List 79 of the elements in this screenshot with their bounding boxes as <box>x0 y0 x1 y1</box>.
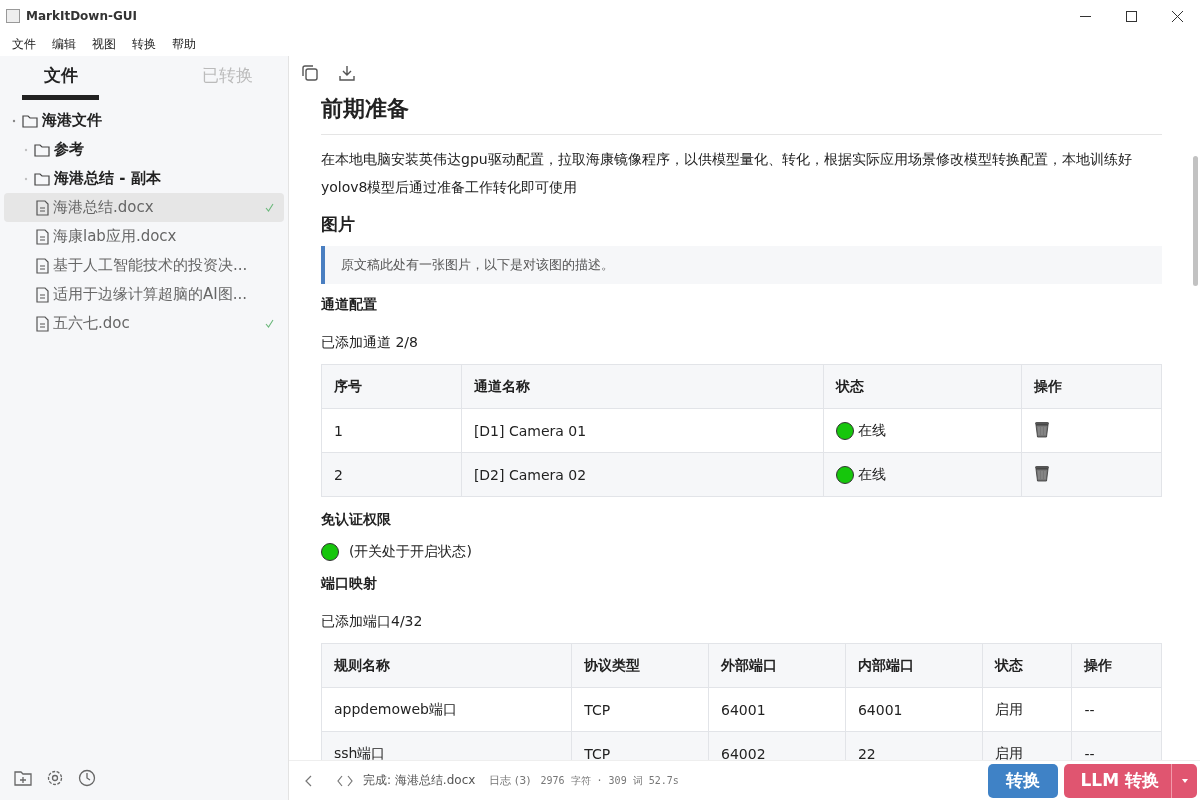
download-icon[interactable] <box>339 65 355 81</box>
table-cell: ssh端口 <box>321 731 572 760</box>
folder-item[interactable]: 海港文件 <box>4 106 284 135</box>
column-header: 操作 <box>1071 643 1162 688</box>
status-text: 在线 <box>858 465 887 484</box>
document-icon <box>36 199 49 216</box>
status-text: 在线 <box>858 421 887 440</box>
column-header: 状态 <box>982 643 1072 688</box>
menu-item[interactable]: 视图 <box>84 35 124 53</box>
table-cell: TCP <box>571 731 709 760</box>
column-header: 通道名称 <box>461 364 824 409</box>
table-cell: [D1] Camera 01 <box>461 408 824 453</box>
folder-icon <box>34 142 50 157</box>
table-cell: [D2] Camera 02 <box>461 452 824 497</box>
table-cell: -- <box>1071 687 1162 732</box>
document-icon <box>36 257 49 274</box>
menu-item[interactable]: 帮助 <box>164 35 204 53</box>
folder-item[interactable]: 海港总结 - 副本 <box>4 164 284 193</box>
file-item[interactable]: 适用于边缘计算超脑的AI图... <box>4 280 284 309</box>
column-header: 协议类型 <box>571 643 709 688</box>
paragraph: 已添加端口4/32 <box>321 612 424 631</box>
paragraph: 已添加通道 2/8 <box>321 333 419 352</box>
table-cell: 启用 <box>982 731 1072 760</box>
document-icon <box>36 286 49 303</box>
table-cell: 2 <box>321 452 462 497</box>
close-icon[interactable] <box>1171 10 1183 22</box>
section-heading: 图片 <box>321 213 356 236</box>
sidebar-tab[interactable]: 文件 <box>22 56 99 100</box>
paragraph: 在本地电脑安装英伟达gpu驱动配置，拉取海康镜像程序，以供模型量化、转化，根据实际应用场景修改模型转换配置，本地训练好yolov8模型后通过准备工作转化即可使用 <box>321 150 1133 197</box>
subsection-heading: 免认证权限 <box>321 511 392 529</box>
column-header: 状态 <box>823 364 1022 409</box>
copy-icon[interactable] <box>301 64 319 82</box>
table-cell: 64001 <box>845 687 983 732</box>
trash-icon[interactable] <box>1034 464 1051 482</box>
column-header: 内部端口 <box>845 643 983 688</box>
table-cell: 22 <box>845 731 983 760</box>
scrollbar[interactable] <box>1193 156 1198 286</box>
document-icon <box>36 315 49 332</box>
table-cell: 1 <box>321 408 462 453</box>
file-item[interactable]: 五六七.doc <box>4 309 284 338</box>
column-header: 规则名称 <box>321 643 572 688</box>
status-text: (开关处于开启状态) <box>349 543 472 561</box>
trash-icon[interactable] <box>1034 420 1051 438</box>
maximize-icon[interactable] <box>1125 10 1137 22</box>
menu-item[interactable]: 编辑 <box>44 35 84 53</box>
column-header: 操作 <box>1021 364 1162 409</box>
folder-icon <box>34 171 50 186</box>
clock-icon[interactable] <box>78 769 96 787</box>
document-stats: 2976 字符 · 309 词 52.7s <box>540 773 680 788</box>
llm-convert-button[interactable]: LLM 转换 <box>1064 763 1197 798</box>
log-link[interactable]: 日志 (3) <box>489 773 531 788</box>
table-cell: -- <box>1071 731 1162 760</box>
status-message: 完成: 海港总结.docx <box>363 772 476 789</box>
document-icon <box>36 228 49 245</box>
back-icon[interactable] <box>305 774 313 787</box>
code-icon[interactable] <box>337 774 353 787</box>
table-cell: 64001 <box>708 687 846 732</box>
window-title: MarkItDown-GUI <box>26 9 138 23</box>
document-heading: 前期准备 <box>321 94 1162 135</box>
new-folder-icon[interactable] <box>14 770 32 786</box>
file-item[interactable]: 基于人工智能技术的投资决... <box>4 251 284 280</box>
file-item[interactable]: 海港总结.docx <box>4 193 284 222</box>
menu-item[interactable]: 转换 <box>124 35 164 53</box>
subsection-heading: 端口映射 <box>321 575 378 593</box>
column-header: 外部端口 <box>708 643 846 688</box>
column-header: 序号 <box>321 364 462 409</box>
blockquote: 原文稿此处有一张图片，以下是对该图的描述。 <box>321 246 1162 284</box>
convert-button[interactable]: 转换 <box>988 763 1059 798</box>
file-item[interactable]: 海康lab应用.docx <box>4 222 284 251</box>
table-cell: 64002 <box>708 731 846 760</box>
app-icon <box>6 9 20 23</box>
settings-icon[interactable] <box>46 769 64 787</box>
table-cell: appdemoweb端口 <box>321 687 572 732</box>
folder-item[interactable]: 参考 <box>4 135 284 164</box>
subsection-heading: 通道配置 <box>321 296 378 314</box>
table-cell: 启用 <box>982 687 1072 732</box>
folder-icon <box>22 113 38 128</box>
table-cell: TCP <box>571 687 709 732</box>
menu-item[interactable]: 文件 <box>4 35 44 53</box>
